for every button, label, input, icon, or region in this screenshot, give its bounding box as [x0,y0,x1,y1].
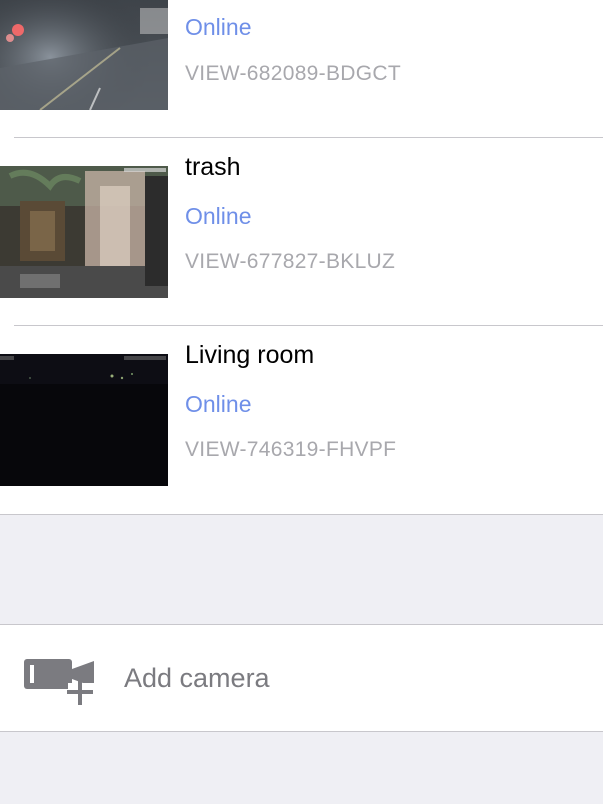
camera-row[interactable]: trash Online VIEW-677827-BKLUZ [0,138,603,326]
camera-id: VIEW-677827-BKLUZ [185,250,396,273]
camera-row[interactable]: Online VIEW-682089-BDGCT [0,0,603,136]
camera-status: Online [185,203,252,229]
camera-name: trash [185,153,241,181]
outdoor-patio-camera-feed [0,166,168,298]
camera-thumbnail [0,354,168,486]
camera-name: Living room [185,341,315,369]
add-camera-button[interactable]: Add camera [0,624,603,732]
camera-thumbnail [0,0,168,110]
dark-room-camera-feed [0,354,168,486]
camera-row[interactable]: Living room Online VIEW-746319-FHVPF [0,326,603,514]
street-night-camera-feed [0,0,168,110]
camera-status: Online [185,391,252,417]
camera-id: VIEW-746319-FHVPF [185,438,397,461]
camera-list: Online VIEW-682089-BDGCT trash Online VI… [0,0,603,515]
camera-thumbnail [0,166,168,298]
camera-status: Online [185,14,252,40]
add-video-camera-icon [22,655,98,707]
add-camera-label: Add camera [124,663,270,693]
camera-id: VIEW-682089-BDGCT [185,62,401,85]
camera-list-screen: Online VIEW-682089-BDGCT trash Online VI… [0,0,603,804]
